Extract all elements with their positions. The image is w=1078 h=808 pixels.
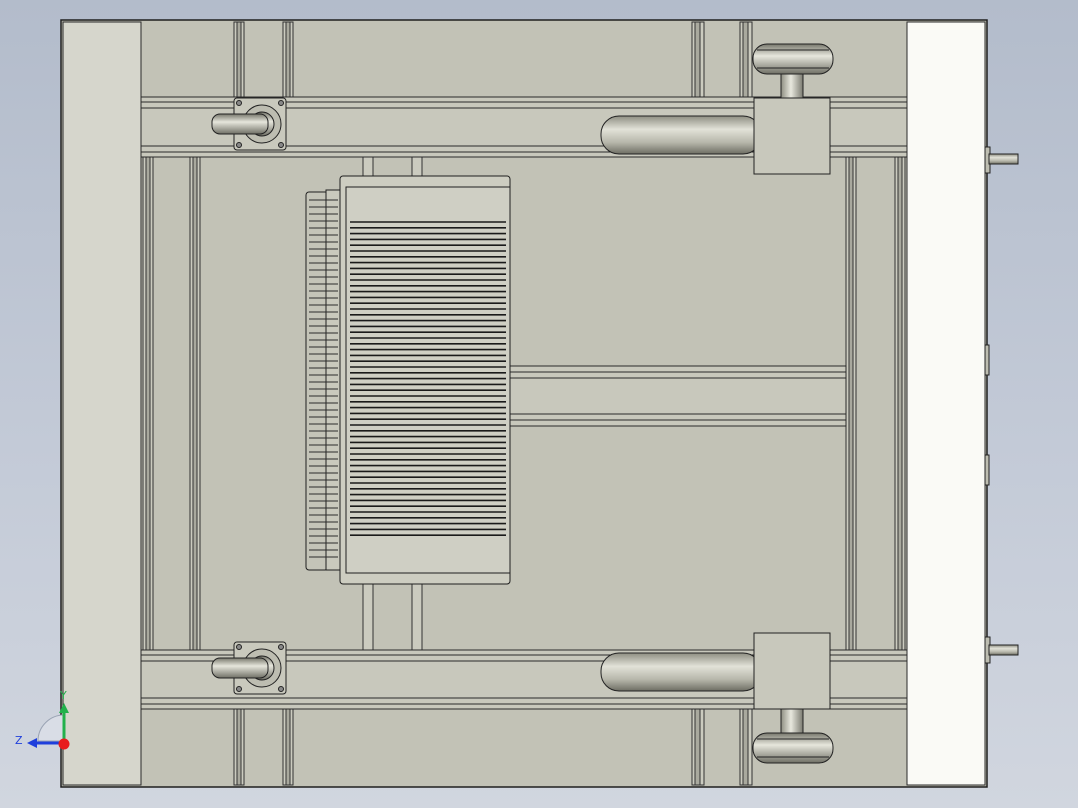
axis-triad[interactable]: Y Z (15, 689, 70, 750)
y-axis-label: Y (59, 689, 67, 702)
heatsink-fins (350, 221, 506, 537)
controller-heatsink[interactable] (305, 175, 511, 585)
x-axis-dot (58, 738, 70, 750)
z-axis-label: Z (15, 734, 23, 747)
cad-drawing[interactable]: Y Z (0, 0, 1078, 808)
z-axis-arrowhead (27, 738, 37, 748)
side-pins (984, 146, 1019, 664)
cad-viewport[interactable]: Y Z (0, 0, 1078, 808)
